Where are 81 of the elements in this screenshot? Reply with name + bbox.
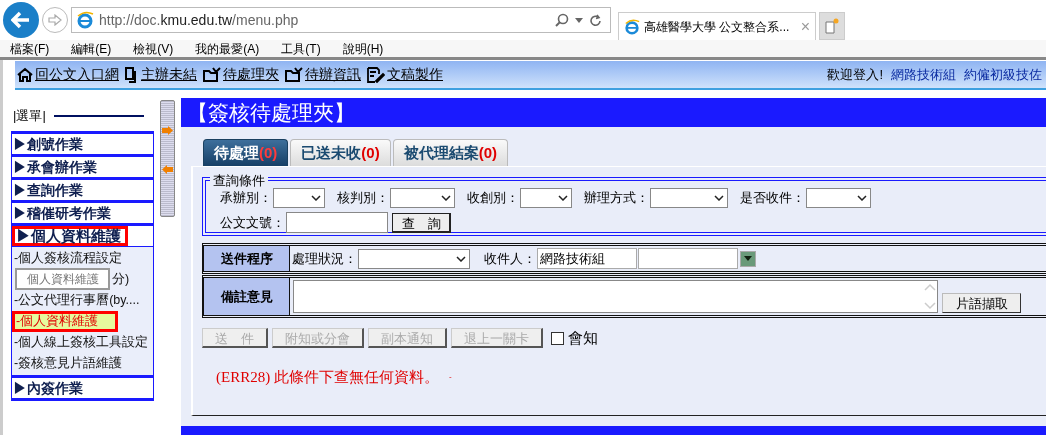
new-tab-button[interactable] [819,12,845,40]
arrow-left-icon [11,11,31,29]
input-field[interactable]: 網路技術組 [537,248,637,269]
field-label: 收創別： [467,189,519,208]
page-title: 【簽核待處理夾】 [181,98,1046,127]
field-label: 收件人： [484,249,536,268]
error-mark: - [448,370,452,383]
arrow-left-icon [162,165,173,174]
menu-item[interactable]: 編輯(E) [71,39,112,58]
field-label: 核判別： [337,189,389,208]
text-area[interactable] [293,280,938,313]
menu-item[interactable]: 檢視(V) [133,39,174,58]
field-label: 處理狀況： [292,249,357,268]
address-bar[interactable]: http://doc.kmu.edu.tw/menu.php [71,7,611,33]
menu-item[interactable]: 檔案(F) [10,39,50,58]
field-label: 承辦別： [220,189,272,208]
chevron-icon [558,195,568,201]
tab[interactable]: 被代理結案(0) [392,139,509,166]
submenu-item[interactable]: -個人簽核流程設定 [12,248,153,269]
field-label: 是否收件： [740,189,805,208]
submenu-item[interactable]: -個人資料維護 [12,311,118,332]
tab-title: 高雄醫學大學 公文整合系... [644,18,790,36]
search-button[interactable]: 查 詢 [392,212,451,233]
user-link[interactable]: 約僱初級技佐 [964,64,1042,85]
menu-heading: |選單| [12,107,46,126]
tab[interactable]: 已送未收(0) [290,139,391,166]
back-button[interactable] [3,2,39,38]
user-link[interactable]: 網路技術組 [891,64,956,85]
arrow-right-icon [48,14,62,26]
dropdown[interactable] [806,188,871,208]
menu-item[interactable]: 我的最愛(A) [195,39,260,58]
arrow-right-icon [162,126,173,135]
dropdown-button[interactable] [740,250,756,267]
menu-item[interactable]: 工具(T) [281,39,321,58]
tab[interactable]: 待處理(0) [203,139,289,166]
sidebar-toggle[interactable] [160,100,175,217]
document-icon [125,66,139,83]
chevron-icon [311,195,321,201]
checkbox-label: 會知 [568,328,598,348]
submenu-item[interactable]: -個人線上簽核工具設定 [12,332,153,353]
field-label: 公文文號： [220,213,285,232]
welcome-text: 歡迎登入! [827,65,883,84]
nav-link[interactable]: 待處理夾 [223,64,279,85]
input-field[interactable] [638,248,738,269]
tooltip: 個人資料維護 [15,268,110,290]
field-label: 辦理方式： [584,189,649,208]
checkbox[interactable] [551,331,564,345]
nav-link[interactable]: 文稿製作 [387,64,443,85]
menu-item[interactable]: 說明(H) [342,39,384,58]
dropdown[interactable] [358,248,470,269]
submenu-item[interactable]: -簽核意見片語維護 [12,353,153,374]
edit-icon [367,66,385,83]
browser-logo-icon [76,11,94,29]
error-message: (ERR28) 此條件下查無任何資料。 [216,367,439,387]
chevron-icon [714,195,724,201]
home-icon [17,66,33,83]
caret-icon [744,256,752,261]
row-header: 送件程序 [204,246,290,271]
chevron-icon [441,195,451,201]
new-page-icon [825,18,839,34]
nav-link[interactable]: 待辦資訊 [305,64,361,85]
dropdown[interactable] [390,188,455,208]
input-field[interactable] [286,212,388,233]
dropdown[interactable] [273,188,325,208]
folder-icon [285,66,303,83]
url-text: http://doc.kmu.edu.tw/menu.php [99,10,299,30]
search-icon[interactable] [555,13,569,27]
chevron-icon [456,255,466,262]
dropdown[interactable] [520,188,572,208]
row-header: 備註意見 [204,278,290,315]
refresh-icon[interactable] [589,13,602,27]
submenu-item[interactable]: -公文代理行事曆(by.... [12,290,153,311]
browser-logo-icon [624,18,640,35]
nav-link[interactable]: 回公文入口網 [35,64,119,85]
phrase-button[interactable]: 片語擷取 [942,292,1021,313]
scroll-arrows-icon [923,281,937,312]
chevron-icon [857,195,867,201]
folder-icon [203,66,221,83]
nav-link[interactable]: 主辦未結 [141,64,197,85]
dropdown[interactable] [650,188,728,208]
caret-icon[interactable] [575,17,583,23]
